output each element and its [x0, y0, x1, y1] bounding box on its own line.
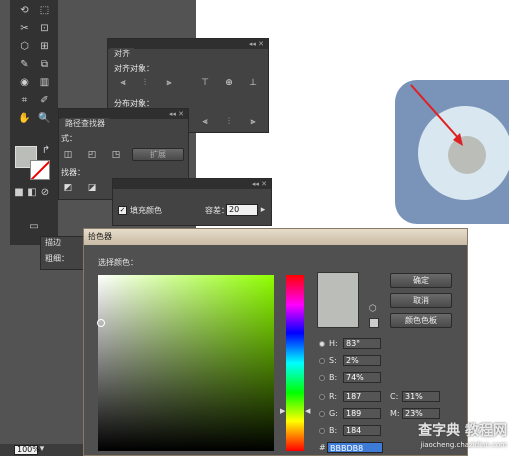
saturation-field-label: S: — [329, 356, 337, 365]
annotation-arrow — [410, 84, 463, 146]
magic-wand-panel: ◂◂ ✕ ✓ 填充颜色 容差： 20 ▸ — [112, 178, 272, 226]
swap-fill-stroke-icon[interactable]: ↱ — [40, 144, 52, 158]
symbol-sprayer-tool-icon[interactable]: ⌗ — [16, 94, 33, 108]
none-mode-icon[interactable]: ⊘ — [39, 186, 51, 200]
color-swatches-button[interactable]: 颜色色板 — [390, 313, 452, 328]
intersect-icon[interactable]: ◳ — [109, 149, 123, 161]
brightness-radio[interactable] — [319, 375, 325, 381]
stroke-panel: 描边 粗细： — [40, 236, 84, 270]
zoom-dropdown-icon[interactable]: ▾ — [37, 444, 47, 454]
tools-panel: ⟲ ⬚ ✂ ⊡ ⬡ ⊞ ✎ ⧉ ◉ ▥ ⌗ ✐ ✋ 🔍 ↱ ■ ◧ ⊘ ▭ — [10, 0, 58, 245]
red-field-label: R: — [329, 392, 338, 401]
magenta-field-label: M: — [390, 409, 400, 418]
zoom-input[interactable]: 100% — [14, 445, 40, 455]
minus-front-icon[interactable]: ◰ — [85, 149, 99, 161]
hue-field[interactable]: 83° — [343, 338, 381, 349]
free-transform-tool-icon[interactable]: ⊡ — [36, 22, 53, 36]
distribute-center-icon[interactable]: ⫶ — [222, 116, 236, 128]
align-bottom-icon[interactable]: ⊥ — [246, 77, 260, 89]
align-hcenter-icon[interactable]: ⫶ — [138, 77, 152, 89]
shape-modes-label: 式： — [61, 134, 77, 143]
green-field-label: G: — [329, 409, 338, 418]
blue-radio[interactable] — [319, 428, 325, 434]
align-top-icon[interactable]: ⊤ — [198, 77, 212, 89]
ok-button[interactable]: 确定 — [390, 273, 452, 288]
cyan-field[interactable]: 31% — [402, 391, 440, 402]
hex-field-label: # — [319, 443, 326, 452]
new-color-preview — [317, 272, 359, 328]
mesh-tool-icon[interactable]: ✎ — [16, 58, 33, 72]
brightness-field[interactable]: 74% — [343, 372, 381, 383]
cyan-field-label: C: — [390, 392, 399, 401]
color-picker-title[interactable]: 拾色器 — [84, 229, 467, 245]
align-panel-tab[interactable]: 对齐 — [110, 48, 134, 60]
blend-tool-icon[interactable]: ▥ — [36, 76, 53, 90]
watermark-title: 查字典 教程网 — [418, 423, 507, 439]
out-of-gamut-icon[interactable]: ⬡ — [369, 304, 377, 314]
stroke-panel-tab[interactable]: 描边 — [43, 237, 63, 249]
color-cursor — [97, 319, 105, 327]
divide-icon[interactable]: ◩ — [61, 182, 75, 194]
align-objects-label: 对齐对象： — [114, 64, 154, 73]
hue-slider[interactable] — [286, 275, 304, 451]
magenta-field[interactable]: 23% — [402, 408, 440, 419]
brightness-field-label: B: — [329, 373, 338, 382]
hue-slider-handle-left[interactable]: ▶ — [280, 407, 285, 415]
warp-tool-icon[interactable]: ✂ — [16, 22, 33, 36]
saturation-field[interactable]: 2% — [343, 355, 381, 366]
gradient-tool-icon[interactable]: ⧉ — [36, 58, 53, 72]
distribute-right-icon[interactable]: ⫸ — [246, 116, 260, 128]
hue-field-label: H: — [329, 339, 338, 348]
hue-slider-handle-right[interactable]: ◀ — [305, 407, 310, 415]
panel-titlebar[interactable]: ◂◂ ✕ — [113, 179, 271, 189]
fill-color-checkbox[interactable]: ✓ — [118, 206, 127, 215]
distribute-left-icon[interactable]: ⫷ — [198, 116, 212, 128]
green-field[interactable]: 189 — [343, 408, 381, 419]
web-safe-swatch[interactable] — [369, 318, 379, 328]
hue-radio[interactable] — [319, 341, 325, 347]
color-mode-icon[interactable]: ■ — [13, 186, 25, 200]
stroke-swatch[interactable] — [30, 160, 50, 180]
screen-mode-icon[interactable]: ▭ — [24, 220, 44, 234]
perspective-grid-tool-icon[interactable]: ⊞ — [36, 40, 53, 54]
shape-builder-tool-icon[interactable]: ⬡ — [16, 40, 33, 54]
eyedropper-tool-icon[interactable]: ◉ — [16, 76, 33, 90]
cancel-button[interactable]: 取消 — [390, 293, 452, 308]
pathfinder-panel-tab[interactable]: 路径查找器 — [61, 118, 109, 130]
pathfinders-label: 找器： — [61, 168, 85, 177]
watermark-url: jiaocheng.chazidian.com — [420, 441, 507, 449]
saturation-brightness-field[interactable] — [98, 275, 274, 451]
blue-field-label: B: — [329, 426, 338, 435]
tolerance-input[interactable]: 20 — [226, 204, 258, 216]
select-color-label: 选择颜色： — [98, 258, 138, 267]
align-left-icon[interactable]: ⫷ — [116, 77, 130, 89]
trim-icon[interactable]: ◪ — [85, 182, 99, 194]
align-right-icon[interactable]: ⫸ — [162, 77, 176, 89]
weight-label: 粗细： — [45, 254, 69, 263]
red-field[interactable]: 187 — [343, 391, 381, 402]
red-radio[interactable] — [319, 394, 325, 400]
hand-tool-icon[interactable]: ✋ — [16, 112, 33, 126]
align-vcenter-icon[interactable]: ⊕ — [222, 77, 236, 89]
rotate-tool-icon[interactable]: ⟲ — [16, 4, 33, 18]
gradient-mode-icon[interactable]: ◧ — [26, 186, 38, 200]
scale-tool-icon[interactable]: ⬚ — [36, 4, 53, 18]
column-graph-tool-icon[interactable]: ✐ — [36, 94, 53, 108]
tolerance-dropdown-icon[interactable]: ▸ — [258, 204, 268, 216]
unite-icon[interactable]: ◫ — [61, 149, 75, 161]
zoom-tool-icon[interactable]: 🔍 — [36, 112, 53, 126]
green-radio[interactable] — [319, 411, 325, 417]
expand-button[interactable]: 扩展 — [132, 148, 184, 161]
saturation-radio[interactable] — [319, 358, 325, 364]
fill-color-label: 填充颜色 — [130, 206, 162, 215]
watermark: 查字典 教程网 jiaocheng.chazidian.com — [374, 422, 507, 456]
